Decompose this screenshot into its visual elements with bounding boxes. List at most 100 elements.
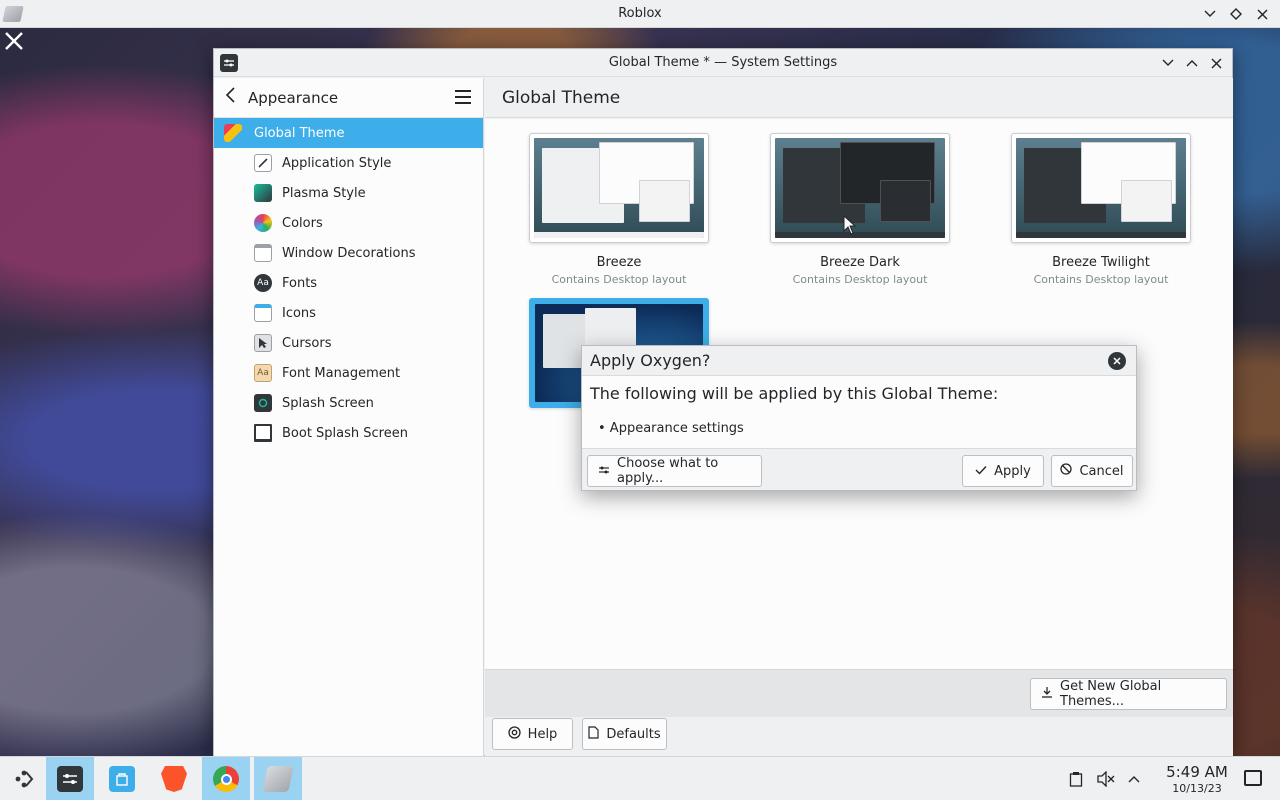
show-desktop-icon[interactable]: [1244, 770, 1262, 786]
outer-window-titlebar: Roblox: [0, 0, 1280, 28]
close-icon: [1211, 58, 1221, 68]
sidebar-item-cursors[interactable]: Cursors: [214, 328, 483, 358]
chevron-up-icon[interactable]: [1124, 769, 1144, 789]
roblox-app-icon: [2, 6, 24, 22]
hamburger-menu-icon[interactable]: [455, 90, 471, 104]
sidebar-item-application-style[interactable]: Application Style: [214, 148, 483, 178]
taskbar-discover[interactable]: [98, 757, 146, 800]
dialog-heading: The following will be applied by this Gl…: [590, 384, 999, 403]
get-new-global-themes-label: Get New Global Themes...: [1060, 679, 1162, 709]
theme-name: Breeze Dark: [820, 255, 900, 270]
footer-bar: Get New Global Themes...: [485, 669, 1233, 717]
chevron-down-icon: [1204, 10, 1216, 17]
colors-icon: [254, 214, 272, 232]
global-theme-icon: [224, 124, 242, 142]
cancel-button[interactable]: Cancel: [1051, 455, 1133, 487]
sidebar-item-window-decorations[interactable]: Window Decorations: [214, 238, 483, 268]
sidebar-item-boot-splash-screen[interactable]: Boot Splash Screen: [214, 418, 483, 448]
font-management-icon: Aa: [254, 364, 272, 382]
theme-card-breeze-twilight[interactable]: Breeze Twilight Contains Desktop layout: [1011, 133, 1191, 286]
theme-thumbnail: [770, 133, 950, 243]
sidebar-item-font-management[interactable]: Aa Font Management: [214, 358, 483, 388]
clipboard-icon[interactable]: [1066, 769, 1086, 789]
apply-button[interactable]: Apply: [962, 455, 1044, 487]
help-label: Help: [527, 726, 558, 742]
sidebar-header: Appearance: [214, 78, 483, 118]
boot-splash-screen-icon: [254, 424, 272, 442]
roblox-icon: [262, 766, 294, 792]
chevron-up-icon: [1186, 60, 1198, 67]
fonts-icon: Aa: [254, 274, 272, 292]
choose-what-to-apply-button[interactable]: Choose what to apply...: [587, 455, 762, 487]
sidebar-item-label: Plasma Style: [282, 185, 366, 201]
taskbar: 5:49 AM 10/13/23: [0, 756, 1280, 800]
dialog-title: Apply Oxygen?: [582, 346, 1136, 376]
window-titlebar: Global Theme * — System Settings: [214, 49, 1232, 77]
outer-maximize-button[interactable]: [1226, 4, 1246, 24]
sidebar-item-label: Window Decorations: [282, 245, 416, 261]
sidebar-item-label: Icons: [282, 305, 316, 321]
taskbar-system-settings[interactable]: [46, 757, 94, 800]
close-icon: [1257, 9, 1267, 19]
get-new-global-themes-button[interactable]: Get New Global Themes...: [1030, 678, 1227, 710]
window-decorations-icon: [254, 244, 272, 262]
download-icon: [1041, 686, 1053, 702]
sidebar-item-fonts[interactable]: Aa Fonts: [214, 268, 483, 298]
taskbar-chrome-browser[interactable]: [202, 757, 250, 800]
sidebar-item-label: Font Management: [282, 365, 401, 381]
defaults-label: Defaults: [606, 726, 661, 742]
configure-icon: [598, 464, 610, 479]
help-icon: [508, 725, 521, 743]
cursors-icon: [254, 334, 272, 352]
dialog-close-icon[interactable]: [1108, 352, 1126, 370]
maximize-button[interactable]: [1182, 53, 1202, 73]
theme-name: Breeze Twilight: [1052, 255, 1150, 270]
checkmark-icon: [975, 464, 987, 479]
theme-card-breeze[interactable]: Breeze Contains Desktop layout: [529, 133, 709, 286]
volume-muted-icon[interactable]: [1096, 769, 1116, 789]
close-button[interactable]: [1206, 53, 1226, 73]
clock-time: 5:49 AM: [1166, 763, 1228, 781]
sidebar-item-plasma-style[interactable]: Plasma Style: [214, 178, 483, 208]
outer-window-title: Roblox: [618, 6, 662, 21]
outer-minimize-button[interactable]: [1200, 4, 1220, 24]
launcher-icon: [15, 770, 34, 788]
theme-thumbnail: [529, 133, 709, 243]
theme-card-breeze-dark[interactable]: Breeze Dark Contains Desktop layout: [770, 133, 950, 286]
chevron-down-icon: [1162, 59, 1174, 66]
sidebar-item-label: Cursors: [282, 335, 332, 351]
sidebar-item-label: Fonts: [282, 275, 318, 291]
apply-label: Apply: [994, 463, 1031, 479]
sidebar-item-icons[interactable]: Icons: [214, 298, 483, 328]
defaults-button[interactable]: Defaults: [582, 718, 667, 750]
clock[interactable]: 5:49 AM 10/13/23: [1162, 763, 1232, 795]
theme-subtitle: Contains Desktop layout: [1033, 273, 1169, 286]
document-icon: [588, 725, 599, 743]
cancel-label: Cancel: [1079, 463, 1124, 479]
sidebar-item-global-theme[interactable]: Global Theme: [214, 118, 483, 148]
sidebar-item-label: Global Theme: [254, 125, 345, 141]
theme-thumbnail: [1011, 133, 1191, 243]
page-title: Global Theme: [485, 78, 1233, 118]
dialog-body: The following will be applied by this Gl…: [582, 376, 1136, 448]
apply-theme-dialog: Apply Oxygen? The following will be appl…: [581, 345, 1137, 491]
theme-subtitle: Contains Desktop layout: [792, 273, 928, 286]
cancel-icon: [1060, 463, 1073, 479]
choose-what-to-apply-label: Choose what to apply...: [617, 456, 719, 486]
theme-name: Breeze: [596, 255, 642, 270]
chevron-left-icon: [225, 87, 235, 103]
outer-close-button[interactable]: [1252, 4, 1272, 24]
minimize-button[interactable]: [1158, 53, 1178, 73]
sidebar-item-splash-screen[interactable]: Splash Screen: [214, 388, 483, 418]
clock-date: 10/13/23: [1172, 782, 1222, 795]
back-button[interactable]: [224, 87, 246, 108]
shopping-bag-icon: [109, 766, 135, 792]
taskbar-roblox[interactable]: [254, 757, 302, 800]
application-launcher-button[interactable]: [0, 757, 48, 800]
taskbar-brave-browser[interactable]: [150, 757, 198, 800]
sidebar-item-label: Colors: [282, 215, 323, 231]
theme-subtitle: Contains Desktop layout: [551, 273, 687, 286]
help-button[interactable]: Help: [492, 718, 573, 750]
roblox-close-icon[interactable]: [2, 30, 26, 54]
sidebar-item-colors[interactable]: Colors: [214, 208, 483, 238]
